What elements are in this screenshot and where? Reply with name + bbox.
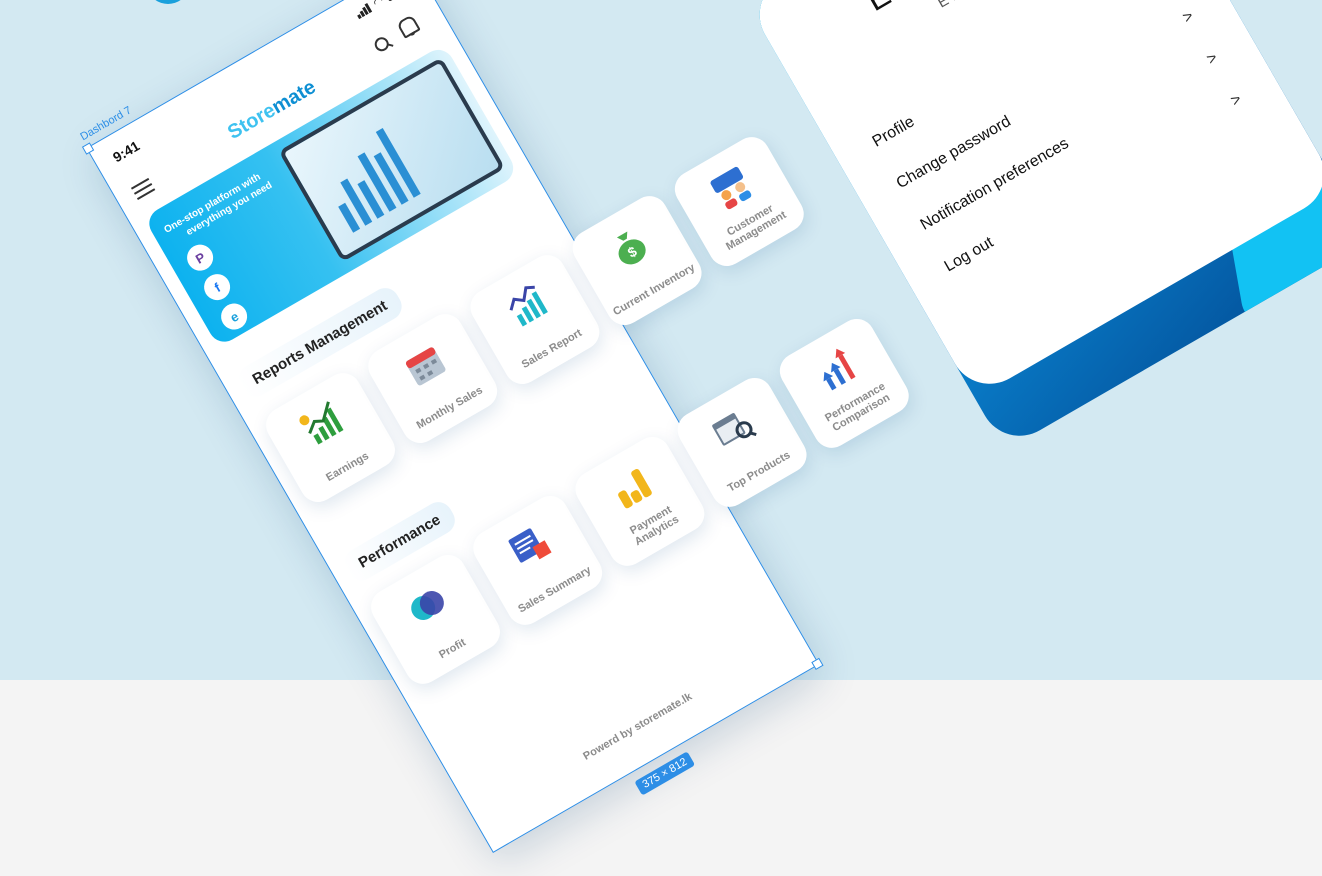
chevron-right-icon: > xyxy=(1203,49,1221,69)
search-icon[interactable] xyxy=(372,34,392,54)
logo-part1: Store xyxy=(223,99,280,144)
facebook-icon[interactable]: f xyxy=(199,269,235,305)
coins-stack-icon xyxy=(618,469,652,509)
payhere-icon[interactable]: P xyxy=(182,239,218,276)
sales-report-chart-icon xyxy=(509,285,548,327)
bell-icon[interactable] xyxy=(396,14,421,39)
profit-circles-icon xyxy=(411,591,444,621)
signal-icon xyxy=(355,2,373,19)
chevron-right-icon: > xyxy=(1179,7,1197,27)
calendar-icon xyxy=(405,347,446,386)
sales-summary-icon xyxy=(508,528,552,563)
status-icons: ◠ xyxy=(354,0,409,19)
menu-item-label: Profile xyxy=(869,113,918,151)
promo-banner[interactable]: One-stop platform with everything you ne… xyxy=(143,44,520,348)
earnings-chart-icon xyxy=(299,401,344,445)
status-time: 9:41 xyxy=(109,137,143,166)
browser-icon[interactable]: e xyxy=(216,298,252,335)
comparison-arrows-icon xyxy=(823,348,856,391)
top-products-icon xyxy=(712,413,757,446)
menu-item-label: Log out xyxy=(941,233,997,276)
battery-icon xyxy=(383,0,409,2)
menu-icon[interactable] xyxy=(129,174,157,203)
chevron-right-icon: > xyxy=(1227,90,1245,110)
wifi-icon: ◠ xyxy=(371,0,386,10)
customers-icon xyxy=(710,166,752,210)
money-bag-icon: $ xyxy=(616,231,646,265)
logo-part2: mate xyxy=(268,76,320,119)
